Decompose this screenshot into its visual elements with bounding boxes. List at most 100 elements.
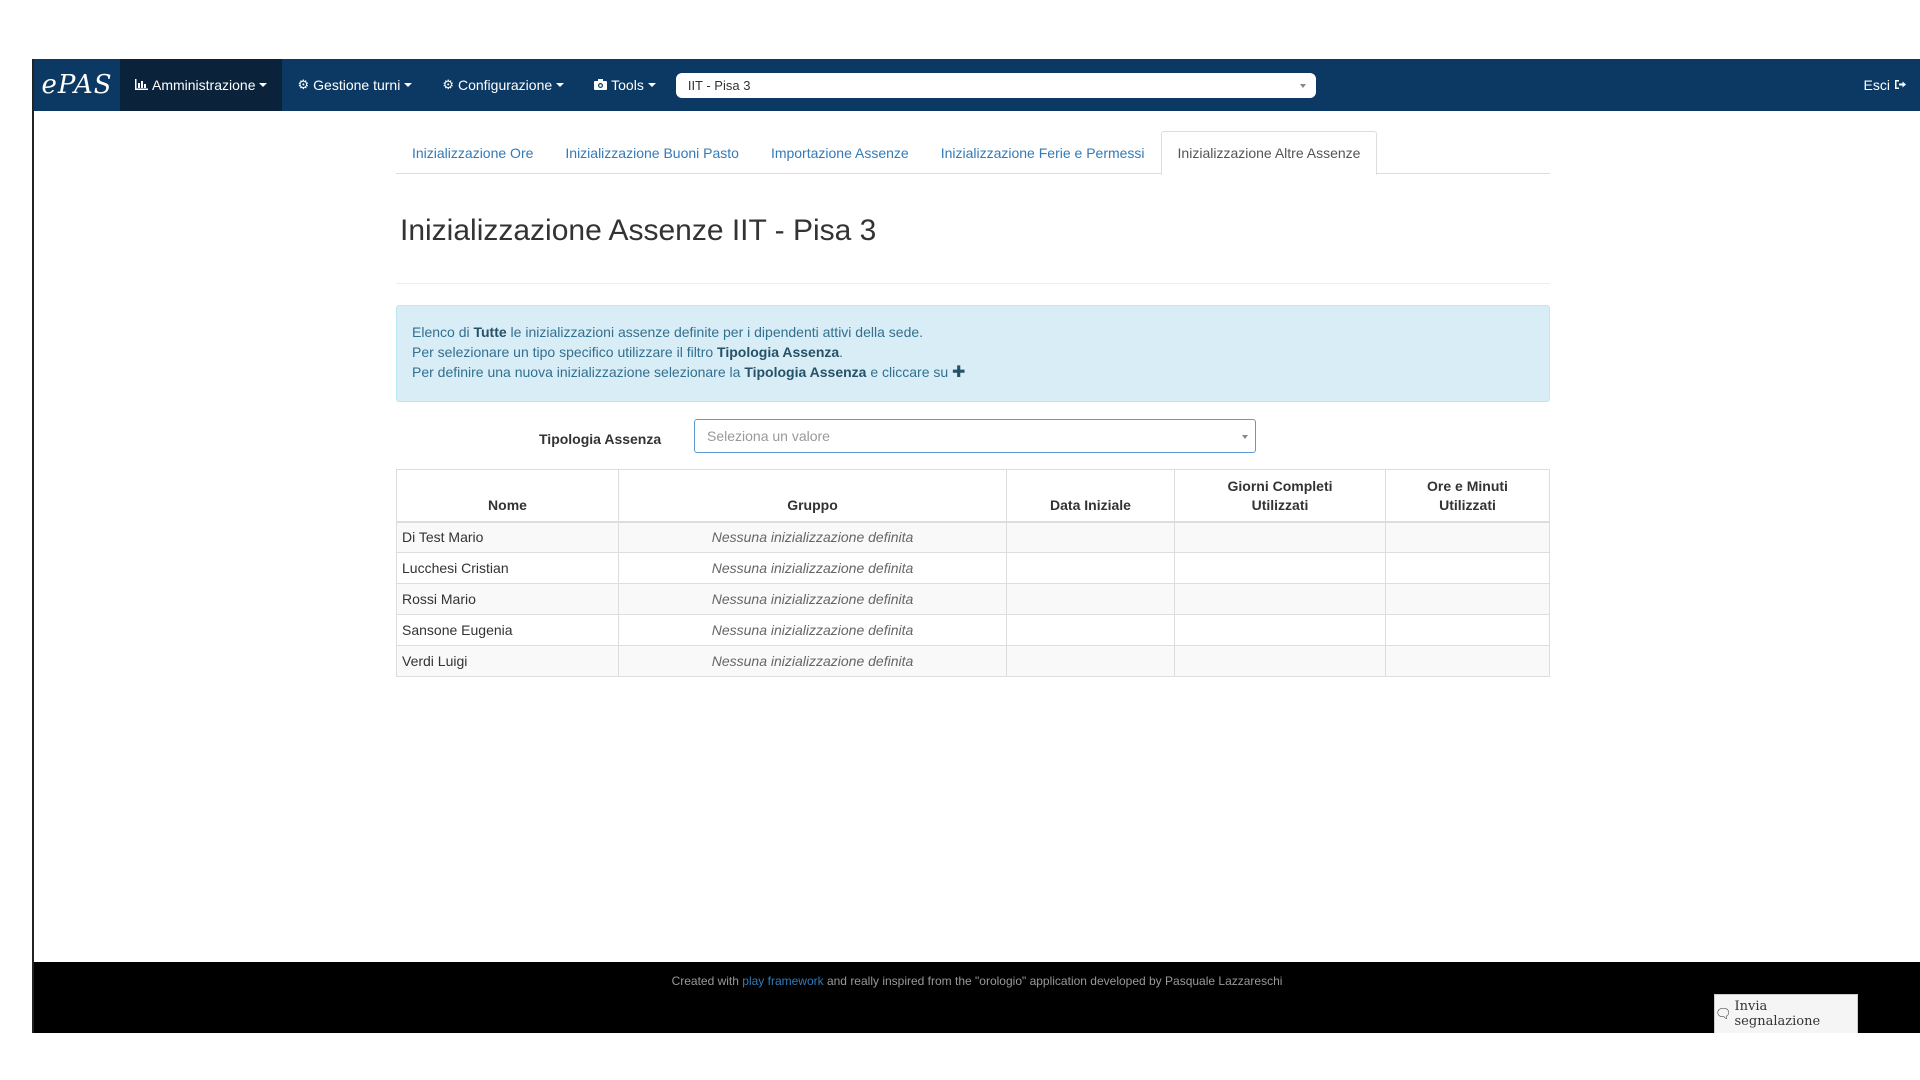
- cell-giorni: [1174, 614, 1386, 646]
- gear-icon: ⚙: [297, 77, 310, 92]
- info-alert: Elenco di Tutte le inizializzazioni asse…: [396, 305, 1550, 402]
- tabs-bar: Inizializzazione Ore Inizializzazione Bu…: [396, 131, 1550, 175]
- chevron-down-icon: [1242, 435, 1248, 439]
- cell-nome: Lucchesi Cristian: [396, 552, 619, 584]
- cell-data-iniziale: [1006, 583, 1175, 615]
- cell-ore: [1385, 552, 1550, 584]
- office-select-value: IIT - Pisa 3: [687, 77, 751, 93]
- filter-label: Tipologia Assenza: [539, 431, 662, 447]
- info-line-3: Per definire una nuova inizializzazione …: [412, 362, 1534, 383]
- logout-button[interactable]: Esci: [1864, 59, 1906, 111]
- tab-inizializzazione-altre-assenze[interactable]: Inizializzazione Altre Assenze: [1160, 131, 1378, 175]
- cell-gruppo: Nessuna inizializzazione definita: [618, 552, 1007, 584]
- office-select[interactable]: IIT - Pisa 3: [675, 72, 1316, 98]
- cell-gruppo: Nessuna inizializzazione definita: [618, 645, 1007, 677]
- tipologia-assenza-select[interactable]: Seleziona un valore: [694, 419, 1256, 453]
- cell-gruppo: Nessuna inizializzazione definita: [618, 583, 1007, 615]
- info-text: e cliccare su: [866, 364, 953, 380]
- header-text: Ore e Minuti: [1427, 477, 1508, 494]
- cell-giorni: [1174, 583, 1386, 615]
- logout-icon: [1894, 77, 1906, 93]
- footer-text: and really inspired from the "orologio" …: [823, 974, 1283, 988]
- cell-gruppo: Nessuna inizializzazione definita: [618, 614, 1007, 646]
- info-line-2: Per selezionare un tipo specifico utiliz…: [412, 342, 1534, 362]
- cell-data-iniziale: [1006, 645, 1175, 677]
- initializations-table: Nome Gruppo Data Iniziale Giorni Complet…: [396, 469, 1550, 677]
- cell-nome: Rossi Mario: [396, 583, 619, 615]
- header-gruppo: Gruppo: [618, 469, 1007, 523]
- table-row: Sansone Eugenia Nessuna inizializzazione…: [396, 614, 1550, 646]
- info-line-1: Elenco di Tutte le inizializzazioni asse…: [412, 322, 1534, 342]
- cell-ore: [1385, 645, 1550, 677]
- caret-down-icon: [556, 83, 565, 87]
- info-text: Per definire una nuova inizializzazione …: [412, 364, 745, 380]
- header-nome: Nome: [396, 469, 619, 523]
- report-button[interactable]: 🗨 Invia segnalazione: [1714, 994, 1858, 1033]
- info-text: Per selezionare un tipo specifico utiliz…: [412, 344, 718, 360]
- tab-inizializzazione-ore[interactable]: Inizializzazione Ore: [396, 131, 549, 174]
- header-text: Giorni Completi: [1227, 477, 1333, 494]
- tab-importazione-assenze[interactable]: Importazione Assenze: [755, 131, 925, 174]
- cell-data-iniziale: [1006, 614, 1175, 646]
- menu-label: Tools: [611, 77, 644, 93]
- footer: Created with play framework and really i…: [34, 962, 1920, 1033]
- table-row: Rossi Mario Nessuna inizializzazione def…: [396, 583, 1550, 615]
- cell-data-iniziale: [1006, 521, 1175, 553]
- cell-nome: Sansone Eugenia: [396, 614, 619, 646]
- header-ore-minuti: Ore e Minuti Utilizzati: [1385, 469, 1550, 523]
- info-text: Elenco di: [412, 324, 474, 340]
- footer-credits: Created with play framework and really i…: [34, 974, 1920, 988]
- plus-icon: ✚: [952, 364, 966, 381]
- top-navbar: ePAS Amministrazione ⚙ Gestione turni ⚙ …: [34, 59, 1920, 111]
- cell-gruppo: Nessuna inizializzazione definita: [618, 521, 1007, 553]
- cell-giorni: [1174, 645, 1386, 677]
- table-row: Di Test Mario Nessuna inizializzazione d…: [396, 521, 1550, 553]
- header-data-iniziale: Data Iniziale: [1006, 469, 1175, 523]
- header-text: Utilizzati: [1439, 496, 1496, 513]
- cell-ore: [1385, 614, 1550, 646]
- cell-nome: Verdi Luigi: [396, 645, 619, 677]
- caret-down-icon: [404, 83, 413, 87]
- table-row: Lucchesi Cristian Nessuna inizializzazio…: [396, 552, 1550, 584]
- brand-logo[interactable]: ePAS: [34, 59, 120, 111]
- info-text: .: [839, 344, 844, 360]
- header-text: Utilizzati: [1251, 496, 1309, 513]
- app-frame: ePAS Amministrazione ⚙ Gestione turni ⚙ …: [32, 59, 1920, 1033]
- divider: [396, 283, 1550, 284]
- report-button-label: Invia segnalazione: [1734, 999, 1821, 1029]
- menu-amministrazione[interactable]: Amministrazione: [120, 59, 283, 111]
- chevron-down-icon: [1299, 83, 1306, 88]
- menu-label: Gestione turni: [313, 77, 401, 93]
- table-header-row: Nome Gruppo Data Iniziale Giorni Complet…: [396, 469, 1550, 523]
- cell-giorni: [1174, 552, 1386, 584]
- cell-giorni: [1174, 521, 1386, 553]
- cell-ore: [1385, 521, 1550, 553]
- menu-tools[interactable]: Tools: [579, 59, 671, 111]
- tab-inizializzazione-buoni-pasto[interactable]: Inizializzazione Buoni Pasto: [549, 131, 755, 174]
- info-bold: Tipologia Assenza: [744, 364, 867, 380]
- header-giorni-completi: Giorni Completi Utilizzati: [1174, 469, 1386, 523]
- caret-down-icon: [647, 83, 656, 87]
- camera-icon: [594, 78, 608, 93]
- table-row: Verdi Luigi Nessuna inizializzazione def…: [396, 645, 1550, 677]
- menu-configurazione[interactable]: ⚙ Configurazione: [427, 59, 579, 111]
- logout-label: Esci: [1863, 77, 1890, 93]
- menu-label: Amministrazione: [152, 77, 256, 93]
- filter-placeholder: Seleziona un valore: [707, 428, 830, 444]
- footer-text: Created with: [671, 974, 743, 988]
- info-text: le inizializzazioni assenze definite per…: [506, 324, 924, 340]
- page-title: Inizializzazione Assenze IIT - Pisa 3: [400, 214, 877, 247]
- cell-data-iniziale: [1006, 552, 1175, 584]
- caret-down-icon: [259, 83, 268, 87]
- cell-nome: Di Test Mario: [396, 521, 619, 553]
- tab-inizializzazione-ferie-permessi[interactable]: Inizializzazione Ferie e Permessi: [925, 131, 1161, 174]
- gear-icon: ⚙: [442, 77, 454, 92]
- cell-ore: [1385, 583, 1550, 615]
- menu-gestione-turni[interactable]: ⚙ Gestione turni: [282, 59, 427, 111]
- bar-chart-icon: [135, 78, 148, 93]
- menu-label: Configurazione: [457, 77, 553, 93]
- info-bold: Tutte: [473, 324, 507, 340]
- comments-icon: 🗨: [1715, 1006, 1732, 1022]
- play-framework-link[interactable]: play framework: [742, 974, 823, 988]
- info-bold: Tipologia Assenza: [717, 344, 840, 360]
